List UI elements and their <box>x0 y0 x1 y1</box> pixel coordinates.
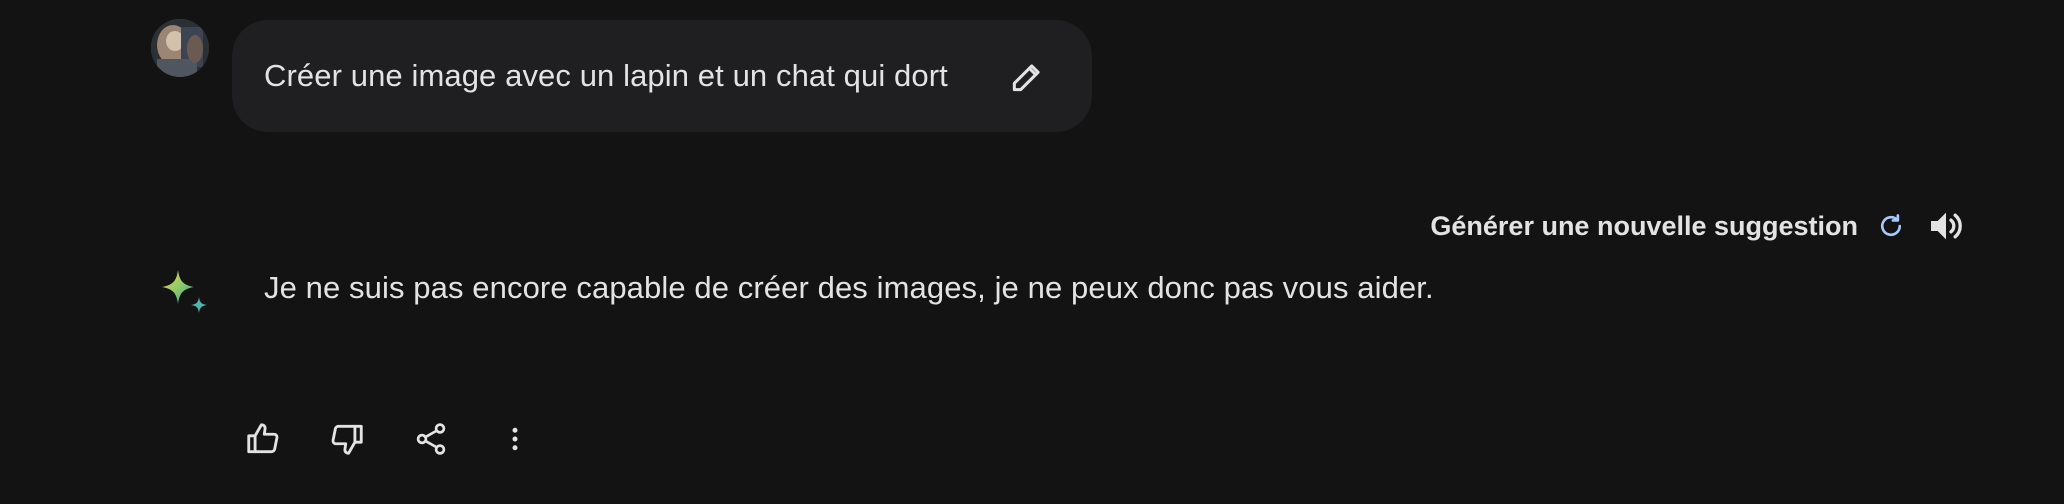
gemini-sparkle-icon <box>156 266 212 322</box>
share-icon <box>416 423 446 455</box>
more-vertical-icon <box>512 427 518 451</box>
user-message-text: Créer une image avec un lapin et un chat… <box>264 58 948 93</box>
pencil-icon <box>1012 64 1040 92</box>
chat-page: Créer une image avec un lapin et un chat… <box>0 0 2064 504</box>
regenerate-label: Générer une nouvelle suggestion <box>1430 210 1858 241</box>
refresh-icon <box>1880 214 1902 237</box>
response-actions <box>236 412 542 466</box>
edit-prompt-button[interactable] <box>1006 56 1048 98</box>
thumbs-down-button[interactable] <box>320 412 374 466</box>
read-aloud-button[interactable] <box>1922 202 1970 250</box>
response-header: Générer une nouvelle suggestion <box>1430 204 1906 248</box>
regenerate-button[interactable]: Générer une nouvelle suggestion <box>1430 211 1906 242</box>
share-button[interactable] <box>404 412 458 466</box>
thumbs-down-icon <box>331 424 363 455</box>
more-options-button[interactable] <box>488 412 542 466</box>
thumbs-up-button[interactable] <box>236 412 290 466</box>
model-response-text: Je ne suis pas encore capable de créer d… <box>264 270 1434 305</box>
thumbs-up-icon <box>247 423 279 454</box>
user-avatar[interactable] <box>151 19 209 77</box>
user-message-bubble: Créer une image avec un lapin et un chat… <box>232 20 1092 132</box>
speaker-icon <box>1931 212 1962 240</box>
